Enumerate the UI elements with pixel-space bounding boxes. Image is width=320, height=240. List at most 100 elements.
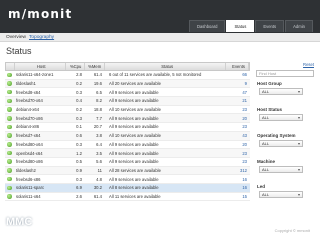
cpu-value: 0.3	[76, 115, 82, 121]
events-link[interactable]: 21	[227, 98, 250, 103]
header-status[interactable]: Status	[105, 63, 227, 70]
table-row[interactable]: freebsd80-x86 0.5 5.6 All 9 services are av…	[5, 158, 250, 167]
table-row[interactable]: openbsd4-x64 1.2 3.5 All 9 services are ava…	[5, 149, 250, 158]
header-events[interactable]: Events	[226, 63, 249, 70]
status-led	[5, 176, 14, 182]
status-led	[5, 81, 14, 86]
host-name[interactable]: debian4-x86	[14, 124, 66, 129]
status-text: All 9 services are available	[109, 124, 159, 130]
events-link[interactable]: 9	[227, 81, 250, 86]
green-led-icon	[7, 176, 12, 182]
chevron-down-icon: ▾	[297, 89, 300, 94]
host-name[interactable]: freebsd7-x64	[14, 133, 66, 138]
status-text: All 28 services are available	[109, 167, 161, 173]
header-cpu[interactable]: %Cpu	[66, 63, 86, 70]
cpu-value: 2.6	[76, 193, 82, 199]
green-led-icon	[7, 194, 12, 199]
events-link[interactable]: 20	[227, 142, 250, 147]
status-led	[5, 194, 14, 199]
events-link[interactable]: 15	[227, 194, 250, 199]
reset-link[interactable]: Reset	[303, 62, 314, 67]
green-led-icon	[7, 150, 12, 156]
mem-value: 61.4	[93, 72, 102, 78]
mem-value: 30.2	[93, 185, 102, 191]
events-link[interactable]: 16	[227, 177, 250, 182]
cpu-value: 0.9	[76, 167, 82, 173]
tab-admin[interactable]: Admin	[285, 20, 313, 32]
events-link[interactable]: 43	[227, 133, 250, 138]
table-row[interactable]: solaris11-x64 2.6 61.4 All 11 services are …	[5, 193, 250, 202]
host-name[interactable]: freebsd80-x86	[14, 159, 66, 164]
os-select[interactable]: ALL ▾	[259, 140, 303, 147]
table-row[interactable]: tildeslash1 0.2 19.6 All 20 services are av…	[5, 79, 250, 89]
app-logo: m/monit	[8, 7, 73, 21]
table-row[interactable]: solaris11-sparc 6.9 30.2 All 8 services are…	[5, 183, 250, 193]
cpu-value: 0.6	[76, 133, 82, 139]
subnav-topography[interactable]: Topography	[29, 35, 54, 40]
table-row[interactable]: freebsd80-x64 0.3 6.4 All 9 services are av…	[5, 141, 250, 150]
mem-value: 7.7	[96, 115, 102, 121]
host-name[interactable]: tildeslash2	[14, 168, 66, 173]
events-link[interactable]: 23	[227, 107, 250, 112]
events-link[interactable]: 16	[227, 185, 250, 190]
events-link[interactable]: 23	[227, 124, 250, 129]
table-header: Host %Cpu %Mem Status Events	[5, 62, 250, 71]
mem-value: 3.5	[96, 150, 102, 156]
mem-value: 19.6	[93, 81, 102, 87]
host-name[interactable]: solaris11-x64	[14, 194, 66, 199]
host-name[interactable]: solaris11-x64-zone1	[14, 72, 66, 77]
cpu-value: 0.1	[76, 124, 82, 130]
events-link[interactable]: 23	[227, 151, 250, 156]
header-led[interactable]	[6, 63, 15, 70]
green-led-icon	[7, 116, 12, 121]
host-group-value: ALL	[262, 89, 270, 94]
tab-status[interactable]: Status	[226, 20, 255, 32]
host-name[interactable]: freebsd70-x86	[14, 116, 66, 121]
mem-value: 20.7	[93, 124, 102, 130]
tab-events[interactable]: Events	[255, 20, 285, 32]
events-link[interactable]: 312	[227, 168, 250, 173]
events-link[interactable]: 20	[227, 116, 250, 121]
tab-dashboard[interactable]: Dashboard	[188, 20, 226, 32]
host-group-select[interactable]: ALL ▾	[259, 88, 303, 95]
header-mem[interactable]: %Mem	[85, 63, 106, 70]
table-row[interactable]: freebsd70-x64 0.4 8.2 All 9 services are av…	[5, 97, 250, 106]
host-name[interactable]: freebsd8-x64	[14, 90, 66, 95]
table-row[interactable]: solaris11-x64-zone1 2.8 61.4 6 out of 11 se…	[5, 71, 250, 80]
host-name[interactable]: freebsd6-x86	[14, 177, 66, 182]
find-host-input[interactable]: Find Host	[256, 70, 314, 77]
mem-value: 11	[97, 167, 102, 173]
table-row[interactable]: debian4-x86 0.1 20.7 All 9 services are ava…	[5, 123, 250, 132]
host-name[interactable]: openbsd4-x64	[14, 151, 66, 156]
chevron-down-icon: ▾	[297, 167, 300, 172]
subnav-overview[interactable]: Overview	[6, 35, 26, 40]
status-text: All 10 services are available	[109, 133, 161, 139]
table-row[interactable]: tildeslash2 0.9 11 All 28 services are avai…	[5, 166, 250, 176]
events-link[interactable]: 23	[227, 159, 250, 164]
table-row[interactable]: freebsd8-x64 0.3 6.5 All 9 services are ava…	[5, 88, 250, 98]
header-host[interactable]: Host	[15, 63, 67, 70]
status-led	[5, 185, 14, 191]
events-link[interactable]: 47	[227, 90, 250, 95]
events-link[interactable]: 66	[227, 72, 250, 77]
top-bar: m/monit Dashboard Status Events Admin	[0, 0, 320, 33]
host-name[interactable]: debian4-x64	[14, 107, 66, 112]
status-table: Host %Cpu %Mem Status Events solaris11-x…	[5, 62, 250, 202]
led-select[interactable]: ALL ▾	[259, 191, 303, 198]
table-row[interactable]: freebsd7-x64 0.6 3.8 All 10 services are av…	[5, 131, 250, 141]
table-row[interactable]: freebsd70-x86 0.3 7.7 All 9 services are av…	[5, 114, 250, 124]
table-row[interactable]: debian4-x64 0.2 18.8 All 10 services are av…	[5, 106, 250, 115]
host-name[interactable]: solaris11-sparc	[14, 185, 66, 190]
host-name[interactable]: freebsd70-x64	[14, 98, 66, 103]
status-led	[5, 107, 14, 112]
host-status-select[interactable]: ALL ▾	[259, 114, 303, 121]
host-name[interactable]: tildeslash1	[14, 81, 66, 86]
status-led	[5, 116, 14, 121]
status-text: All 9 services are available	[109, 141, 159, 147]
cpu-value: 6.9	[76, 185, 82, 191]
mem-value: 5.6	[96, 159, 102, 165]
status-text: 6 out of 11 services are available, 5 no…	[109, 72, 202, 78]
table-row[interactable]: freebsd6-x86 0.3 4.8 All 9 services are ava…	[5, 175, 250, 184]
machine-select[interactable]: ALL ▾	[259, 166, 303, 173]
host-name[interactable]: freebsd80-x64	[14, 142, 66, 147]
